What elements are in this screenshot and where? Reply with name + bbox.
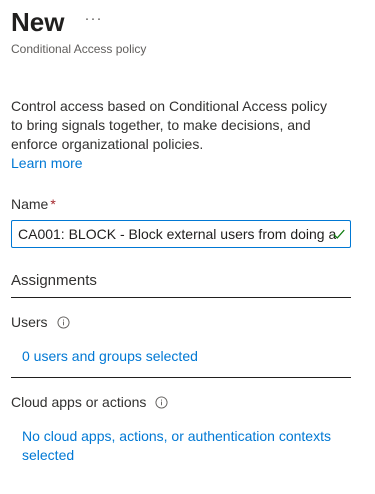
cloud-apps-label: Cloud apps or actions xyxy=(11,393,353,412)
header: New ··· xyxy=(11,5,353,39)
learn-more-link[interactable]: Learn more xyxy=(11,154,341,173)
page-title: New xyxy=(11,7,65,37)
name-label-text: Name xyxy=(11,196,49,212)
users-label: Users xyxy=(11,313,353,332)
users-selection-link[interactable]: 0 users and groups selected xyxy=(22,347,332,366)
info-icon[interactable] xyxy=(57,316,70,329)
assignments-heading: Assignments xyxy=(11,271,351,298)
more-options-icon[interactable]: ··· xyxy=(84,9,102,29)
checkmark-icon xyxy=(333,229,345,239)
description: Control access based on Conditional Acce… xyxy=(11,97,341,173)
name-field-label: Name * xyxy=(11,195,353,214)
cloud-apps-selection-link[interactable]: No cloud apps, actions, or authenticatio… xyxy=(22,427,332,465)
policy-blade: New ··· Conditional Access policy Contro… xyxy=(11,0,353,465)
cloud-apps-label-text: Cloud apps or actions xyxy=(11,394,147,410)
name-field[interactable] xyxy=(11,220,351,248)
users-label-text: Users xyxy=(11,314,48,330)
info-icon[interactable] xyxy=(155,396,168,409)
page-subtitle: Conditional Access policy xyxy=(11,42,147,56)
required-marker: * xyxy=(50,196,56,212)
divider xyxy=(11,377,351,378)
name-input[interactable] xyxy=(12,221,336,247)
description-text: Control access based on Conditional Acce… xyxy=(11,98,327,152)
